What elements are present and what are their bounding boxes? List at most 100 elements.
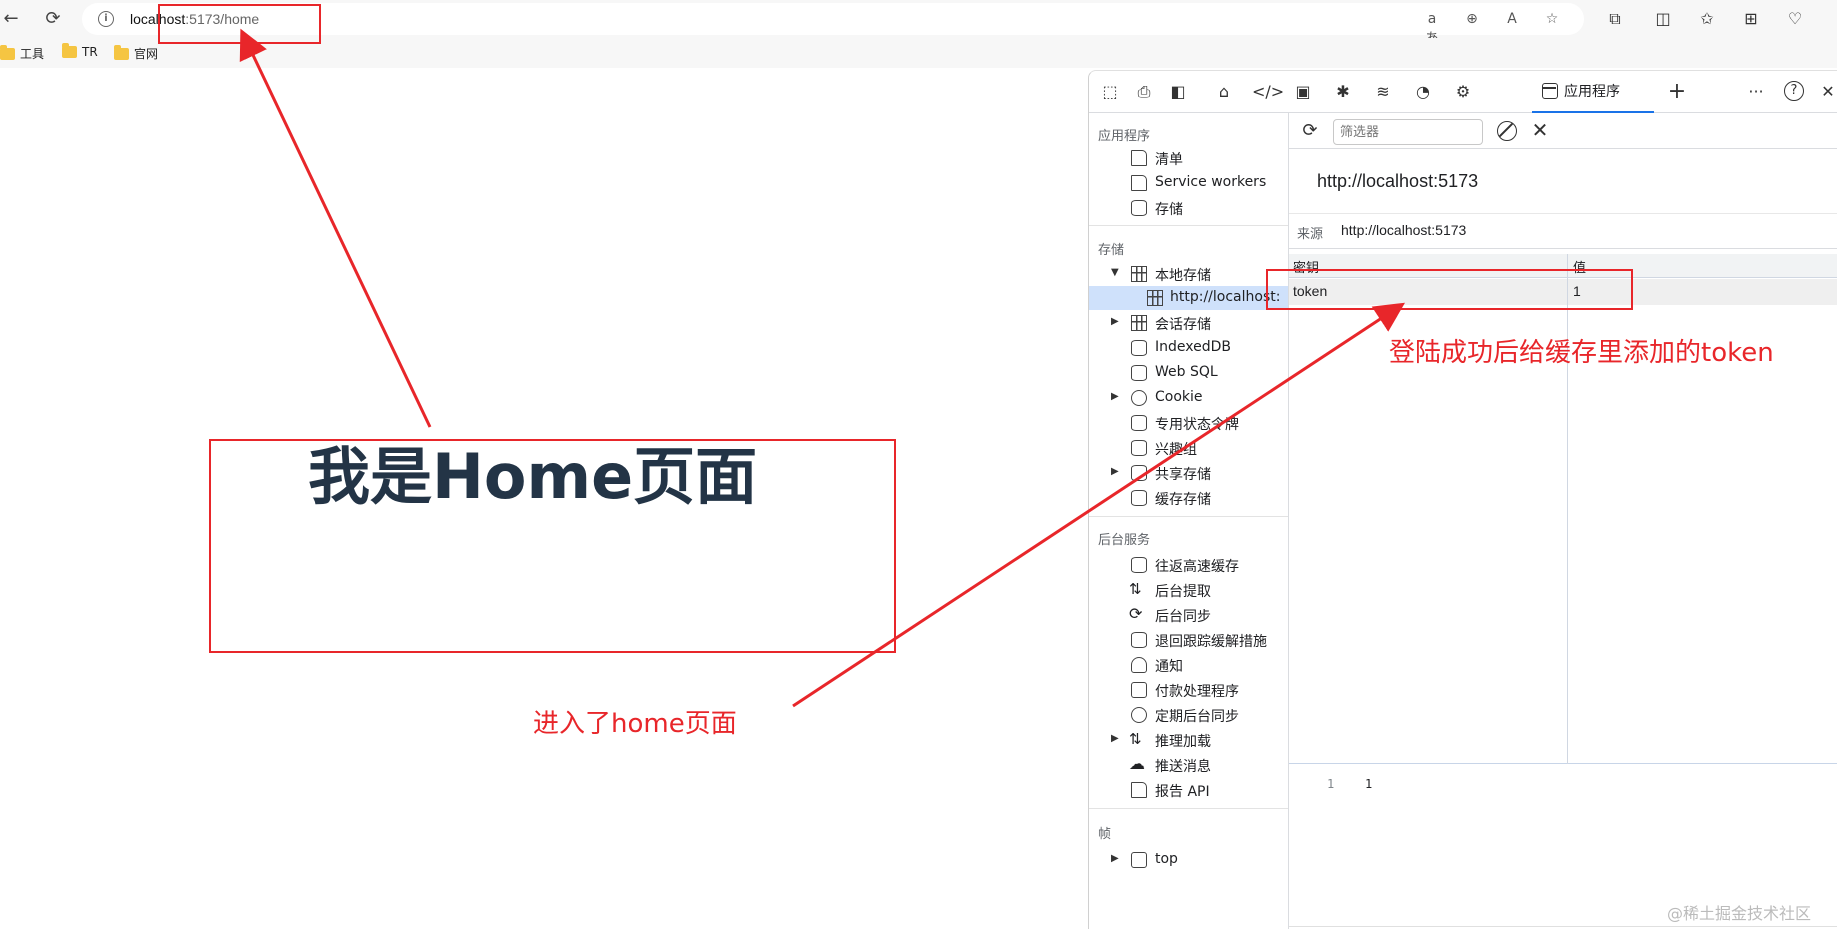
- elements-code-icon[interactable]: </>: [1252, 81, 1284, 103]
- sidebar-item-background-fetch[interactable]: ⇅ 后台提取: [1089, 578, 1288, 602]
- sidebar-item-label: 存储: [1155, 202, 1183, 218]
- sidebar-item-session-storage[interactable]: ▶ 会话存储: [1089, 311, 1288, 335]
- sidebar-item-cache-storage[interactable]: 缓存存储: [1089, 486, 1288, 510]
- sidebar-item-speculative-loads[interactable]: ▶ ⇅ 推理加载: [1089, 728, 1288, 752]
- bookmark-label: 工具: [20, 47, 45, 61]
- document-icon: [1131, 782, 1147, 798]
- favorites-icon[interactable]: ✩: [1696, 8, 1718, 30]
- preview-value: 1: [1365, 777, 1373, 791]
- sidebar-item-label: 兴趣组: [1155, 442, 1197, 458]
- sidebar-item-bounce-tracking[interactable]: 退回跟踪缓解措施: [1089, 628, 1288, 652]
- filter-input[interactable]: [1333, 119, 1483, 145]
- collections-icon[interactable]: ⊞: [1740, 8, 1762, 30]
- bookmark-label: TR: [82, 45, 98, 59]
- sidebar-item-manifest[interactable]: 清单: [1089, 146, 1288, 170]
- cloud-icon: ☁: [1129, 754, 1145, 773]
- preview-line-number: 1: [1327, 777, 1335, 791]
- clock-icon: [1131, 707, 1147, 723]
- memory-chip-icon[interactable]: ⚙: [1452, 81, 1474, 103]
- section-divider: [1089, 225, 1288, 226]
- refresh-icon[interactable]: ⟳: [1299, 120, 1321, 142]
- collapsed-triangle-icon[interactable]: ▶: [1111, 391, 1119, 402]
- card-icon: [1131, 682, 1147, 698]
- origin-row: 来源 http://localhost:5173: [1289, 213, 1837, 249]
- devtools-panel: ⬚ ⎙ ◧ ⌂ </> ▣ ✱ ≋ ◔ ⚙ 应用程序 + ··· ? ✕ 应用程…: [1088, 70, 1837, 929]
- section-divider: [1089, 516, 1288, 517]
- sidebar-item-web-sql[interactable]: Web SQL: [1089, 361, 1288, 385]
- collapsed-triangle-icon[interactable]: ▶: [1111, 316, 1119, 327]
- bookmark-folder-website[interactable]: 官网: [114, 44, 158, 62]
- collapsed-triangle-icon[interactable]: ▶: [1111, 853, 1119, 864]
- sidebar-item-cookie[interactable]: ▶ Cookie: [1089, 386, 1288, 410]
- sidebar-item-label: 退回跟踪缓解措施: [1155, 634, 1267, 650]
- site-info-icon[interactable]: i: [98, 11, 114, 27]
- column-divider[interactable]: [1567, 254, 1568, 764]
- up-down-arrows-icon: ⇅: [1129, 580, 1142, 598]
- network-wifi-icon[interactable]: ≋: [1372, 81, 1394, 103]
- table-grid-icon: [1131, 315, 1147, 331]
- bookmark-folder-tr[interactable]: TR: [62, 43, 98, 59]
- sidebar-item-background-sync[interactable]: ⟳ 后台同步: [1089, 603, 1288, 627]
- reload-icon[interactable]: ⟳: [42, 8, 64, 30]
- sidebar-item-notifications[interactable]: 通知: [1089, 653, 1288, 677]
- tab-application[interactable]: 应用程序: [1532, 71, 1654, 113]
- sources-bug-icon[interactable]: ✱: [1332, 81, 1354, 103]
- sidebar-item-local-storage-origin[interactable]: http://localhost:: [1089, 286, 1288, 310]
- translate-icon[interactable]: aあ: [1422, 9, 1442, 47]
- back-arrow-icon[interactable]: ←: [0, 8, 22, 30]
- sidebar-item-push-messaging[interactable]: ☁ 推送消息: [1089, 753, 1288, 777]
- sidebar-item-bfcache[interactable]: 往返高速缓存: [1089, 553, 1288, 577]
- zoom-icon[interactable]: ⊕: [1462, 9, 1482, 29]
- sidebar-item-label: 专用状态令牌: [1155, 417, 1239, 433]
- delete-selected-icon[interactable]: ✕: [1529, 119, 1551, 141]
- bookmark-folder-tools[interactable]: 工具: [0, 44, 45, 62]
- sidebar-item-storage-overview[interactable]: 存储: [1089, 196, 1288, 220]
- sidebar-item-indexeddb[interactable]: IndexedDB: [1089, 336, 1288, 360]
- dock-side-icon[interactable]: ◧: [1167, 81, 1189, 103]
- sidebar-item-shared-storage[interactable]: ▶ 共享存储: [1089, 461, 1288, 485]
- database-icon: [1131, 632, 1147, 648]
- sync-icon: ⟳: [1129, 604, 1143, 623]
- sidebar-item-frame-top[interactable]: ▶ top: [1089, 848, 1288, 872]
- expanded-triangle-icon[interactable]: ▼: [1111, 267, 1119, 278]
- annotation-token-note: 登陆成功后给缓存里添加的token: [1389, 338, 1774, 368]
- inspect-element-icon[interactable]: ⬚: [1099, 81, 1121, 103]
- table-grid-icon: [1147, 290, 1163, 306]
- key-value-table: 密钥 值 token 1: [1289, 254, 1837, 764]
- sidebar-item-label: 缓存存储: [1155, 492, 1211, 508]
- extensions-icon[interactable]: ⧉: [1604, 8, 1626, 30]
- collapsed-triangle-icon[interactable]: ▶: [1111, 466, 1119, 477]
- close-devtools-icon[interactable]: ✕: [1817, 81, 1837, 103]
- database-icon: [1131, 465, 1147, 481]
- application-page-icon: [1542, 83, 1558, 99]
- console-icon[interactable]: ▣: [1292, 81, 1314, 103]
- help-icon[interactable]: ?: [1784, 81, 1804, 101]
- sidebar-item-reporting-api[interactable]: 报告 API: [1089, 778, 1288, 802]
- clear-all-icon[interactable]: [1497, 121, 1517, 141]
- service-worker-gear-icon: [1131, 175, 1147, 191]
- more-options-icon[interactable]: ···: [1745, 81, 1767, 103]
- sidebar-item-private-state-tokens[interactable]: 专用状态令牌: [1089, 411, 1288, 435]
- sidebar-item-local-storage[interactable]: ▼ 本地存储: [1089, 262, 1288, 286]
- favorite-star-icon[interactable]: ☆: [1542, 9, 1562, 29]
- database-icon: [1131, 557, 1147, 573]
- add-tab-icon[interactable]: +: [1666, 81, 1688, 103]
- sidebar-item-interest-groups[interactable]: 兴趣组: [1089, 436, 1288, 460]
- sidebar-item-label: 清单: [1155, 152, 1183, 168]
- browser-health-icon[interactable]: ♡: [1784, 8, 1806, 30]
- device-toolbar-icon[interactable]: ⎙: [1133, 81, 1155, 103]
- up-down-arrows-icon: ⇅: [1129, 730, 1142, 748]
- sidebar-item-service-workers[interactable]: Service workers: [1089, 171, 1288, 195]
- section-title-background-services: 后台服务: [1098, 533, 1151, 548]
- sidebar-item-label: 共享存储: [1155, 467, 1211, 483]
- annotation-box-token-row: [1266, 269, 1633, 310]
- collapsed-triangle-icon[interactable]: ▶: [1111, 733, 1119, 744]
- split-screen-icon[interactable]: ◫: [1652, 8, 1674, 30]
- sidebar-item-label: 本地存储: [1155, 268, 1211, 284]
- welcome-home-icon[interactable]: ⌂: [1213, 81, 1235, 103]
- performance-gauge-icon[interactable]: ◔: [1412, 81, 1434, 103]
- sidebar-item-payment-handler[interactable]: 付款处理程序: [1089, 678, 1288, 702]
- sidebar-item-periodic-sync[interactable]: 定期后台同步: [1089, 703, 1288, 727]
- annotation-box-heading: [209, 439, 896, 653]
- read-aloud-icon[interactable]: A: [1502, 9, 1522, 29]
